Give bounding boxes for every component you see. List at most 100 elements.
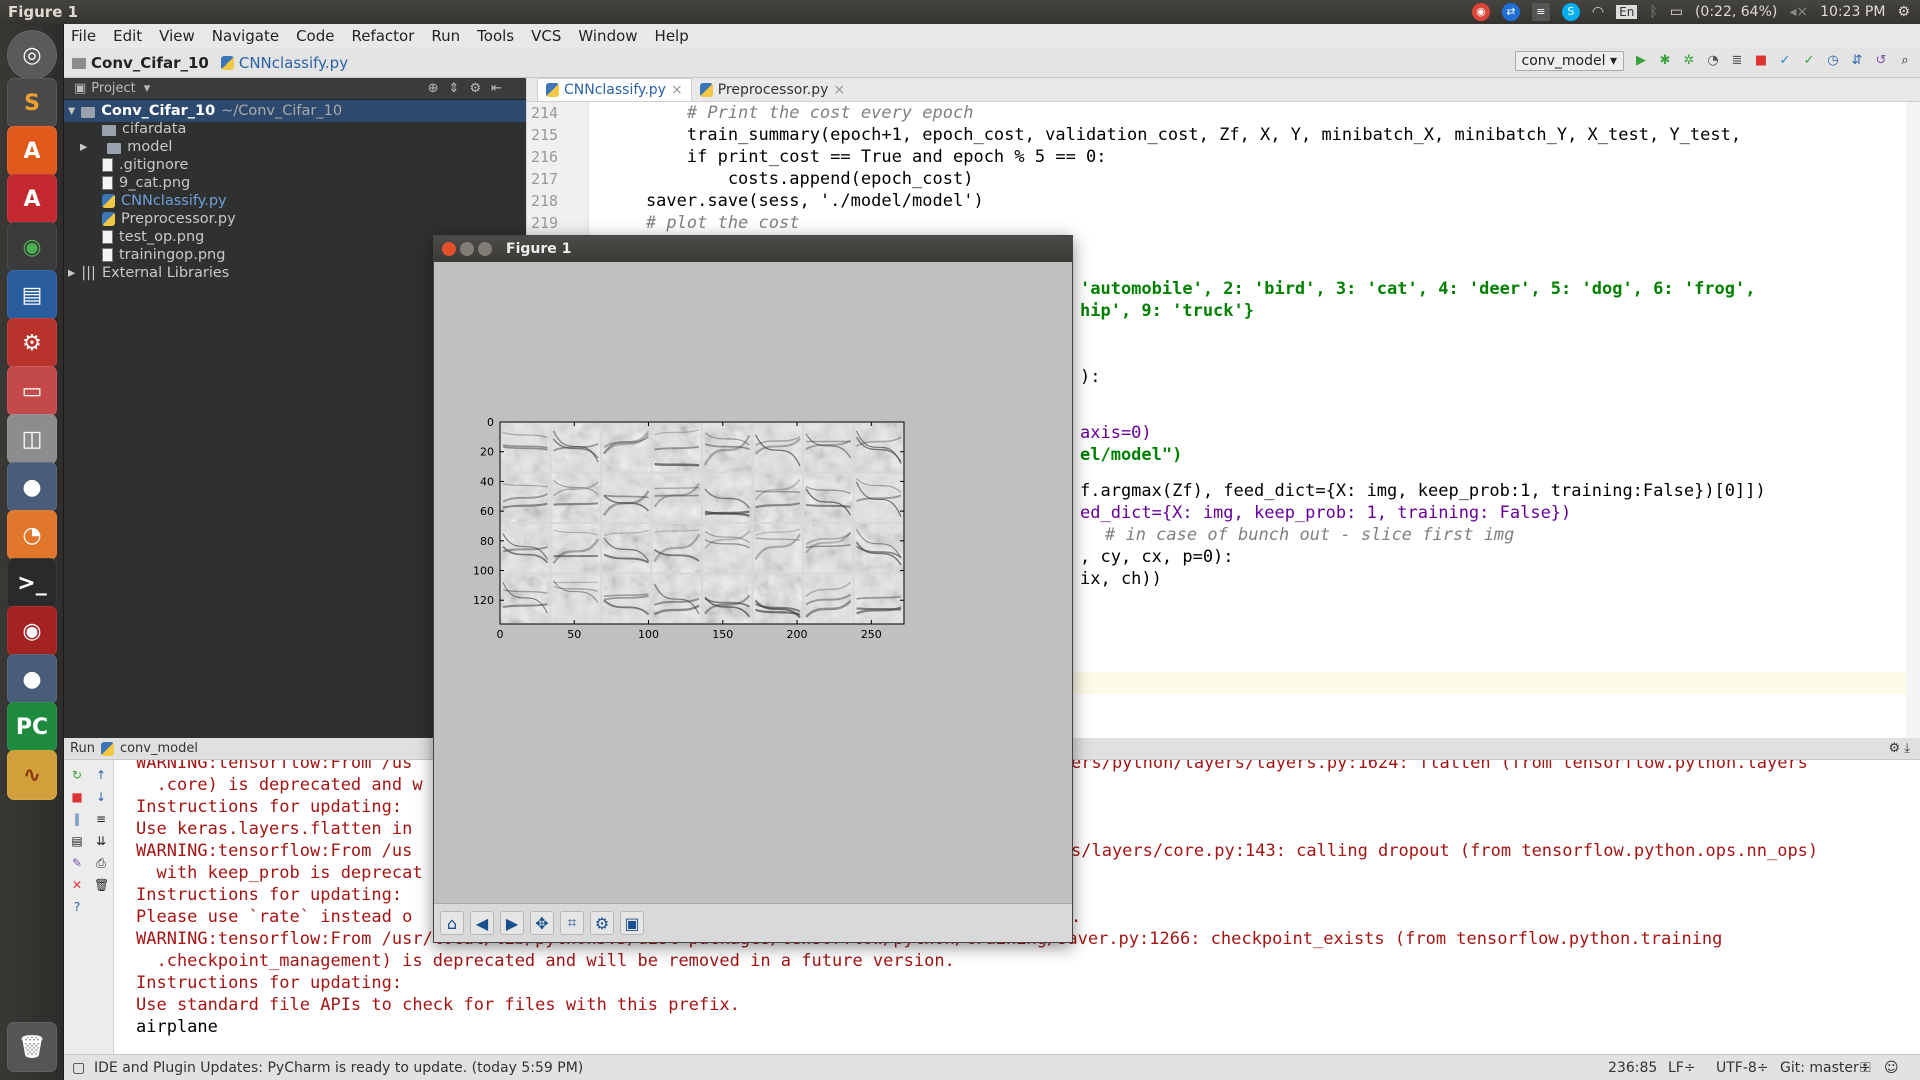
writer-icon[interactable]: ▤ bbox=[7, 270, 57, 320]
git-branch[interactable]: Git: master÷ bbox=[1780, 1060, 1871, 1076]
revert-icon[interactable]: ↺ bbox=[1874, 54, 1888, 68]
zoom-icon[interactable]: ⌗ bbox=[560, 911, 584, 935]
down-icon[interactable]: ↓ bbox=[94, 790, 108, 804]
trash-icon[interactable]: 🗑 bbox=[7, 1022, 57, 1072]
oscilloscope-icon[interactable]: ∿ bbox=[7, 750, 57, 800]
globe-icon[interactable]: ● bbox=[7, 462, 57, 512]
menu-refactor[interactable]: Refactor bbox=[351, 27, 414, 45]
lock-icon[interactable]: ⚿ bbox=[1860, 1060, 1871, 1076]
settings-gear-icon[interactable]: ⚙ bbox=[1897, 4, 1910, 20]
run-icon[interactable]: ▶ bbox=[1634, 54, 1648, 68]
globe2-icon[interactable]: ● bbox=[7, 654, 57, 704]
keyboard-layout[interactable]: En bbox=[1616, 5, 1638, 19]
music-icon[interactable]: ◉ bbox=[7, 606, 57, 656]
disk-icon[interactable]: ◫ bbox=[7, 414, 57, 464]
wifi-icon[interactable]: ◠ bbox=[1592, 4, 1604, 20]
save-icon[interactable]: ▣ bbox=[620, 911, 644, 935]
back-icon[interactable]: ◀ bbox=[470, 911, 494, 935]
help-icon[interactable]: ? bbox=[70, 900, 84, 914]
volume-icon[interactable]: ◂× bbox=[1789, 4, 1808, 20]
tree-item-external-libraries[interactable]: ▸ ||| External Libraries bbox=[68, 262, 229, 284]
menu-tools[interactable]: Tools bbox=[477, 27, 514, 45]
status-message[interactable]: IDE and Plugin Updates: PyCharm is ready… bbox=[94, 1060, 583, 1076]
compare-icon[interactable]: ⇵ bbox=[1850, 54, 1864, 68]
debug-icon[interactable]: ✱ bbox=[1658, 54, 1672, 68]
up-icon[interactable]: ↑ bbox=[94, 768, 108, 782]
skype-indicator-icon[interactable]: S bbox=[1561, 3, 1580, 21]
status-toggle-icon[interactable]: ▢ bbox=[72, 1060, 85, 1076]
coverage-icon[interactable]: ✲ bbox=[1682, 54, 1696, 68]
software-center-icon[interactable]: A bbox=[7, 126, 57, 176]
menu-code[interactable]: Code bbox=[296, 27, 334, 45]
close-icon[interactable]: × bbox=[833, 82, 845, 98]
file-encoding[interactable]: UTF-8÷ bbox=[1716, 1060, 1769, 1076]
tab-preprocessor[interactable]: Preprocessor.py × bbox=[692, 79, 853, 101]
window-close-icon[interactable] bbox=[442, 242, 456, 256]
tab-cnnclassify[interactable]: CNNclassify.py × bbox=[537, 78, 692, 101]
run-panel-settings-icon[interactable]: ⚙ ⤓ bbox=[1888, 741, 1910, 756]
pan-icon[interactable]: ✥ bbox=[530, 911, 554, 935]
search-icon[interactable]: ⌕ bbox=[1898, 54, 1912, 68]
pause-icon[interactable]: ‖ bbox=[70, 812, 84, 826]
ubuntu-dash-icon[interactable]: ◎ bbox=[7, 30, 57, 80]
battery-status[interactable]: (0:22, 64%) bbox=[1695, 4, 1777, 20]
files-icon[interactable]: ▭ bbox=[7, 366, 57, 416]
home-icon[interactable]: ⌂ bbox=[440, 911, 464, 935]
menu-help[interactable]: Help bbox=[655, 27, 689, 45]
vcs-commit-icon[interactable]: ✓ bbox=[1802, 54, 1816, 68]
menu-run[interactable]: Run bbox=[431, 27, 460, 45]
window-maximize-icon[interactable] bbox=[478, 242, 492, 256]
close-icon[interactable]: ✕ bbox=[70, 878, 84, 892]
configure-icon[interactable]: ⚙ bbox=[590, 911, 614, 935]
editor-scrollbar[interactable] bbox=[1906, 102, 1920, 738]
window-minimize-icon[interactable] bbox=[460, 242, 474, 256]
breadcrumb-project[interactable]: Conv_Cifar_10 bbox=[72, 54, 209, 72]
sublime-text-icon[interactable]: S bbox=[7, 78, 57, 128]
rerun-icon[interactable]: ↻ bbox=[70, 768, 84, 782]
cursor-position[interactable]: 236:85 bbox=[1608, 1060, 1657, 1076]
teamviewer-indicator-icon[interactable]: ⇄ bbox=[1501, 3, 1520, 21]
code-line: if print_cost == True and epoch % 5 == 0… bbox=[605, 147, 1107, 167]
breadcrumb-file[interactable]: CNNclassify.py bbox=[220, 54, 348, 72]
close-icon[interactable]: × bbox=[671, 82, 683, 98]
bluetooth-icon[interactable]: ᛒ bbox=[1649, 4, 1657, 20]
menu-view[interactable]: View bbox=[159, 27, 195, 45]
chevron-down-icon[interactable]: ▾ bbox=[144, 81, 151, 96]
blender-icon[interactable]: ◔ bbox=[7, 510, 57, 560]
menu-navigate[interactable]: Navigate bbox=[212, 27, 279, 45]
history-icon[interactable]: ◷ bbox=[1826, 54, 1840, 68]
panel-actions[interactable]: ⊕⇕⚙⇤ bbox=[428, 81, 512, 96]
stop-icon[interactable]: ■ bbox=[1754, 54, 1768, 68]
stop-icon[interactable]: ■ bbox=[70, 790, 84, 804]
menu-window[interactable]: Window bbox=[578, 27, 637, 45]
menu-vcs[interactable]: VCS bbox=[531, 27, 561, 45]
figure-window: Figure 1 0 50 100 150 200 250 0 20 40 60 80 100 120 … bbox=[433, 235, 1073, 943]
chrome-icon[interactable]: ◉ bbox=[7, 222, 57, 272]
pycharm-icon[interactable]: PC bbox=[7, 702, 57, 752]
system-settings-icon[interactable]: ⚙ bbox=[7, 318, 57, 368]
print-icon[interactable]: ⎙ bbox=[94, 856, 108, 870]
run-panel-title[interactable]: Run bbox=[70, 741, 95, 756]
dump-icon[interactable]: ▤ bbox=[70, 834, 84, 848]
filter-visualization-plot[interactable]: 0 50 100 150 200 250 0 20 40 60 80 100 120 bbox=[434, 262, 1072, 903]
battery-icon[interactable]: ▭ bbox=[1670, 4, 1683, 20]
chrome-indicator-icon[interactable]: ◉ bbox=[1471, 3, 1490, 21]
forward-icon[interactable]: ▶ bbox=[500, 911, 524, 935]
clock[interactable]: 10:23 PM bbox=[1820, 4, 1885, 20]
terminal-icon[interactable]: >_ bbox=[7, 558, 57, 608]
clear-icon[interactable]: 🗑 bbox=[94, 878, 109, 892]
inspector-icon[interactable]: ☺ bbox=[1884, 1060, 1899, 1076]
menu-file[interactable]: File bbox=[71, 27, 96, 45]
project-panel-title[interactable]: Project bbox=[91, 81, 135, 96]
run-config-select[interactable]: conv_model ▾ bbox=[1514, 51, 1624, 71]
line-separator[interactable]: LF÷ bbox=[1668, 1060, 1696, 1076]
profile-icon[interactable]: ◔ bbox=[1706, 54, 1720, 68]
soft-wrap-icon[interactable]: ≡ bbox=[94, 812, 108, 826]
messages-indicator-icon[interactable]: ≡ bbox=[1531, 3, 1550, 21]
menu-edit[interactable]: Edit bbox=[113, 27, 142, 45]
app-a-icon[interactable]: A bbox=[7, 174, 57, 224]
vcs-update-icon[interactable]: ✓ bbox=[1778, 54, 1792, 68]
scroll-end-icon[interactable]: ⇊ bbox=[94, 834, 108, 848]
pin-icon[interactable]: ✎ bbox=[70, 856, 84, 870]
concurrency-icon[interactable]: ≣ bbox=[1730, 54, 1744, 68]
